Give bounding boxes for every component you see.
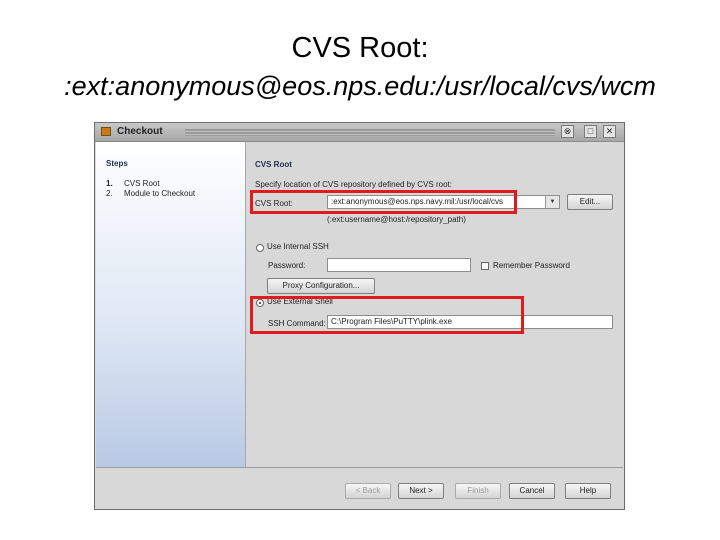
ssh-command-highlight-box <box>250 296 524 334</box>
steps-panel: Steps 1. CVS Root 2. Module to Checkout <box>96 142 246 467</box>
slide-title: CVS Root: <box>291 32 429 64</box>
finish-button[interactable]: Finish <box>455 483 501 499</box>
step-label: CVS Root <box>124 179 160 188</box>
step-number: 1. <box>106 179 113 188</box>
remember-password-checkbox[interactable] <box>481 262 489 270</box>
use-internal-ssh-radio[interactable] <box>256 244 264 252</box>
panel-description: Specify location of CVS repository defin… <box>255 180 452 189</box>
step-label: Module to Checkout <box>124 189 196 198</box>
step-item-module: 2. Module to Checkout <box>106 189 195 198</box>
use-internal-ssh-label: Use Internal SSH <box>267 242 329 251</box>
back-button[interactable]: < Back <box>345 483 391 499</box>
next-button[interactable]: Next > <box>398 483 444 499</box>
app-icon <box>101 127 111 136</box>
remember-password-label: Remember Password <box>493 261 570 270</box>
step-number: 2. <box>106 189 113 198</box>
password-label: Password: <box>268 261 306 270</box>
proxy-configuration-button[interactable]: Proxy Configuration... <box>267 278 375 294</box>
title-bar[interactable]: Checkout ⊗ □ ✕ <box>95 123 624 142</box>
maximize-button[interactable]: □ <box>584 125 597 138</box>
close-button[interactable]: ✕ <box>603 125 616 138</box>
slide-subtitle: :ext:anonymous@eos.nps.edu:/usr/local/cv… <box>64 71 656 101</box>
password-field[interactable] <box>327 258 471 272</box>
edit-button[interactable]: Edit... <box>567 194 613 210</box>
window-title: Checkout <box>117 126 163 137</box>
cvs-root-highlight-box <box>250 190 517 214</box>
steps-heading: Steps <box>106 159 128 168</box>
help-button[interactable]: Help <box>565 483 611 499</box>
cvs-root-hint: (:ext:username@host:/repository_path) <box>327 215 466 224</box>
footer-separator <box>96 467 623 468</box>
cancel-button[interactable]: Cancel <box>509 483 555 499</box>
chevron-down-icon[interactable]: ▼ <box>545 196 559 208</box>
step-item-cvs-root: 1. CVS Root <box>106 179 160 188</box>
title-grip <box>185 128 555 136</box>
panel-heading: CVS Root <box>255 160 292 169</box>
minimize-button[interactable]: ⊗ <box>561 125 574 138</box>
